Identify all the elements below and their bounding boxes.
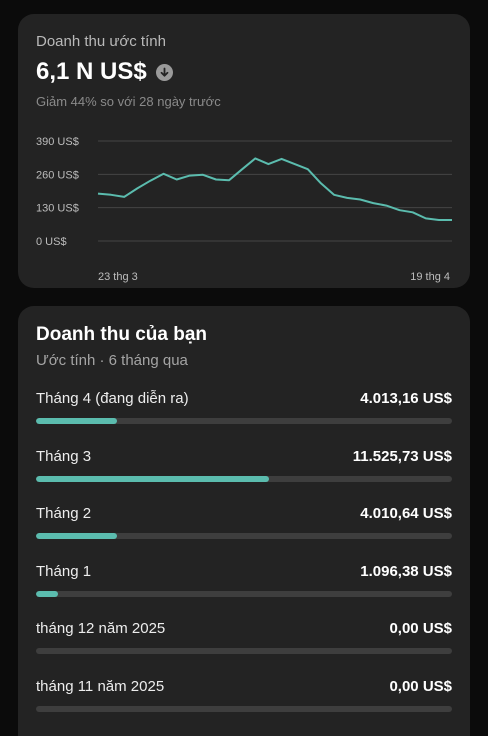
month-progress-fill bbox=[36, 418, 118, 424]
your-revenue-title: Doanh thu của bạn bbox=[36, 324, 207, 345]
month-label: Tháng 4 (đang diễn ra) bbox=[36, 390, 189, 407]
month-progress-track bbox=[36, 418, 452, 424]
arrow-down-circle-icon bbox=[155, 63, 173, 81]
month-revenue-value: 1.096,38 US$ bbox=[360, 562, 452, 580]
month-progress-track bbox=[36, 475, 452, 482]
x-tick-label: 23 thg 3 bbox=[98, 271, 138, 283]
your-revenue-subtitle: Ước tính · 6 tháng qua bbox=[36, 352, 188, 369]
month-row[interactable]: Tháng 1 1.096,38 US$ bbox=[36, 563, 452, 621]
estimated-revenue-value: 6,1 N US$ bbox=[36, 58, 173, 86]
month-label: tháng 11 năm 2025 bbox=[36, 677, 165, 695]
month-label: tháng 12 năm 2025 bbox=[36, 620, 166, 637]
month-revenue-value: 0,00 US$ bbox=[389, 620, 452, 637]
month-revenue-value: 4.010,64 US$ bbox=[360, 505, 452, 522]
estimated-revenue-amount: 6,1 N US$ bbox=[36, 58, 147, 85]
month-row[interactable]: Tháng 4 (đang diễn ra) 4.013,16 US$ bbox=[36, 390, 452, 448]
your-revenue-card: Doanh thu của bạn Ước tính · 6 tháng qua… bbox=[18, 306, 470, 736]
month-revenue-value: 11.525,73 US$ bbox=[352, 447, 452, 465]
month-revenue-value: 0,00 US$ bbox=[389, 677, 452, 695]
month-progress-fill bbox=[36, 590, 59, 597]
month-row[interactable]: Tháng 3 11.525,73 US$ bbox=[36, 448, 452, 506]
month-row[interactable]: tháng 11 năm 2025 0,00 US$ bbox=[36, 678, 452, 736]
estimated-revenue-card[interactable]: Doanh thu ước tính 6,1 N US$ Giảm 44% so… bbox=[18, 14, 470, 288]
month-label: Tháng 2 bbox=[36, 505, 92, 522]
month-revenue-value: 4.013,16 US$ bbox=[360, 390, 452, 407]
y-tick-label: 260 US$ bbox=[36, 169, 79, 181]
month-progress-track bbox=[36, 533, 452, 539]
month-progress-fill bbox=[36, 475, 269, 482]
monthly-revenue-list: Tháng 4 (đang diễn ra) 4.013,16 US$ Tháng … bbox=[36, 390, 452, 735]
month-progress-track bbox=[36, 648, 452, 654]
revenue-series-line bbox=[97, 157, 452, 221]
month-label: Tháng 3 bbox=[36, 447, 92, 465]
y-tick-label: 390 US$ bbox=[36, 136, 79, 148]
month-label: Tháng 1 bbox=[36, 562, 92, 580]
x-tick-label: 19 thg 4 bbox=[410, 271, 450, 283]
month-row[interactable]: Tháng 2 4.010,64 US$ bbox=[36, 505, 452, 563]
revenue-line-chart[interactable]: 390 US$ 260 US$ 130 US$ 0 US$ 23 thg 3 19 thg… bbox=[18, 128, 470, 288]
y-tick-label: 0 US$ bbox=[36, 236, 67, 248]
estimated-revenue-title: Doanh thu ước tính bbox=[36, 33, 166, 50]
month-progress-fill bbox=[36, 533, 118, 539]
month-row[interactable]: tháng 12 năm 2025 0,00 US$ bbox=[36, 620, 452, 678]
estimated-revenue-change: Giảm 44% so với 28 ngày trước bbox=[36, 94, 221, 109]
month-progress-track bbox=[36, 590, 452, 597]
y-tick-label: 130 US$ bbox=[36, 203, 79, 215]
month-progress-track bbox=[36, 705, 452, 712]
